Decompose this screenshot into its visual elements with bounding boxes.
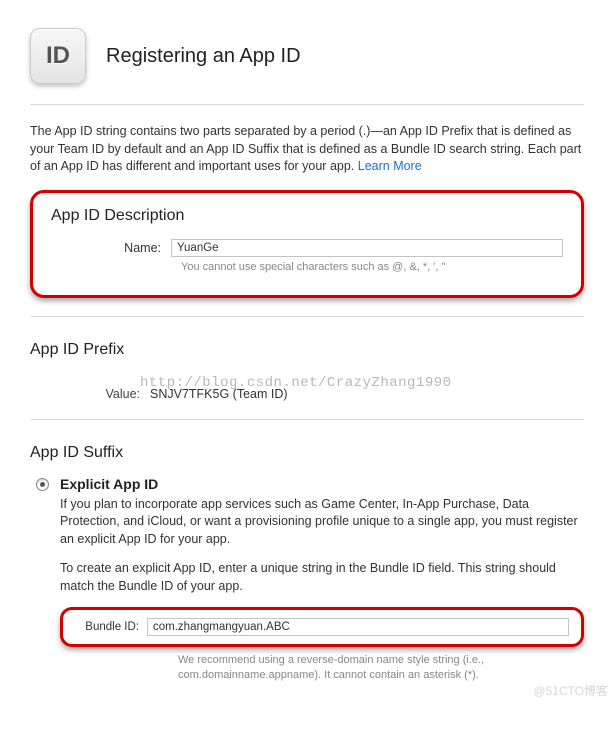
- prefix-heading: App ID Prefix: [30, 341, 584, 359]
- explicit-title: Explicit App ID: [60, 476, 584, 492]
- explicit-desc-2: To create an explicit App ID, enter a un…: [60, 560, 584, 595]
- suffix-heading: App ID Suffix: [30, 444, 584, 462]
- explicit-app-id-option: Explicit App ID If you plan to incorpora…: [60, 476, 584, 683]
- app-id-suffix-section: App ID Suffix Explicit App ID If you pla…: [30, 444, 584, 683]
- name-hint: You cannot use special characters such a…: [181, 261, 563, 273]
- bundle-id-label: Bundle ID:: [75, 621, 147, 633]
- explicit-radio[interactable]: [36, 478, 49, 491]
- name-label: Name:: [51, 241, 171, 255]
- app-id-description-section: App ID Description Name: You cannot use …: [30, 190, 584, 298]
- explicit-desc-1: If you plan to incorporate app services …: [60, 496, 584, 549]
- divider: [30, 104, 584, 105]
- description-heading: App ID Description: [51, 207, 563, 225]
- intro-text: The App ID string contains two parts sep…: [30, 124, 581, 173]
- bundle-id-section: Bundle ID:: [60, 607, 584, 647]
- page-header: ID Registering an App ID: [30, 28, 584, 84]
- prefix-value-text: SNJV7TFK5G (Team ID): [150, 387, 288, 401]
- bundle-id-hint: We recommend using a reverse-domain name…: [178, 653, 584, 683]
- bundle-id-input[interactable]: [147, 618, 569, 636]
- name-row: Name:: [51, 239, 563, 257]
- prefix-value-row: Value: SNJV7TFK5G (Team ID): [30, 387, 584, 401]
- divider: [30, 419, 584, 420]
- name-input[interactable]: [171, 239, 563, 257]
- page-title: Registering an App ID: [106, 45, 301, 68]
- divider: [30, 316, 584, 317]
- app-id-icon: ID: [30, 28, 86, 84]
- app-id-prefix-section: App ID Prefix http://blog.csdn.net/Crazy…: [30, 341, 584, 401]
- learn-more-link[interactable]: Learn More: [358, 159, 422, 173]
- intro-paragraph: The App ID string contains two parts sep…: [30, 123, 584, 176]
- footer-watermark: @51CTO博客: [533, 682, 608, 699]
- prefix-value-label: Value:: [30, 387, 150, 401]
